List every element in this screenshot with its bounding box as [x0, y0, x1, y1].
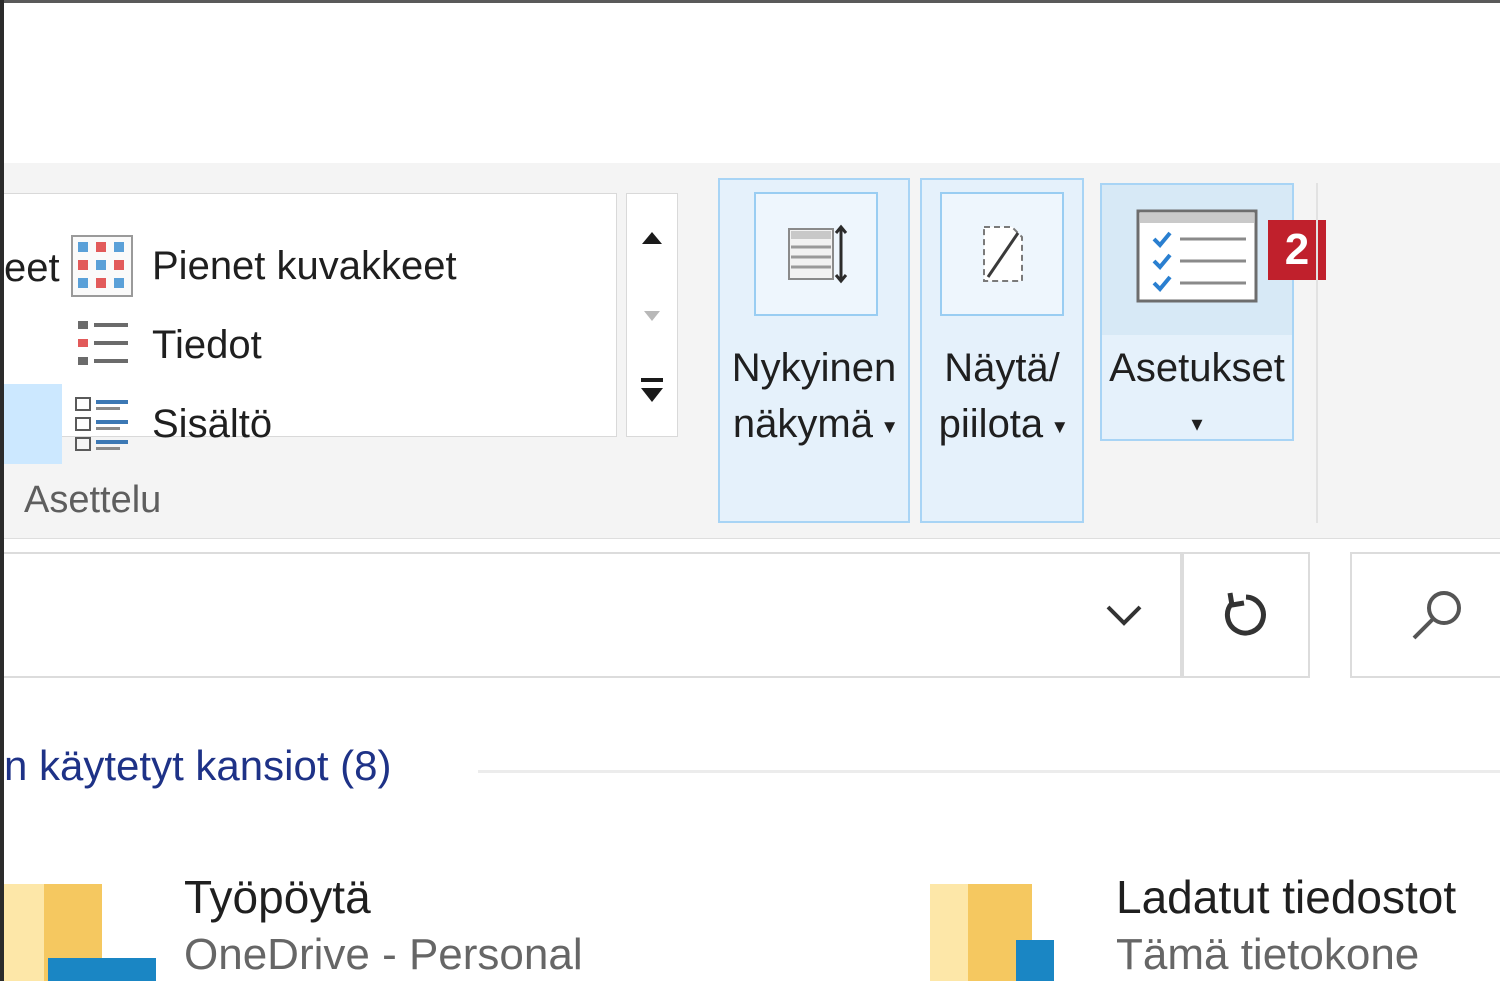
show-hide-label-line1: Näytä/	[944, 346, 1060, 390]
sort-columns-icon	[788, 224, 848, 284]
search-box[interactable]	[1350, 552, 1500, 678]
current-view-label-line2: näkymä	[732, 402, 873, 446]
layout-item-label: Tiedot	[152, 322, 262, 367]
options-label: Asetukset ▾	[1102, 340, 1292, 452]
chevron-down-icon	[1106, 605, 1142, 626]
folder-location: OneDrive - Personal	[184, 930, 583, 979]
chevron-down-icon: ▾	[884, 413, 896, 439]
show-hide-label-line2: piilota	[938, 402, 1044, 446]
layout-item-label: Sisältö	[152, 401, 273, 446]
layout-item-small-icons[interactable]: Pienet kuvakkeet	[70, 235, 457, 297]
gallery-scroll-down-button[interactable]	[627, 286, 677, 346]
selected-layout-highlight	[4, 384, 62, 464]
layout-item-details[interactable]: Tiedot	[70, 315, 262, 375]
ribbon-view-tab: eet Pienet kuvakkeet Tiedot Sisältö Aset…	[4, 163, 1500, 539]
refresh-button[interactable]	[1182, 552, 1310, 678]
triangle-up-icon	[642, 232, 662, 244]
section-divider	[478, 770, 1500, 773]
triangle-down-icon	[644, 311, 660, 321]
show-hide-label: Näytä/ piilota ▾	[922, 340, 1082, 454]
options-button-top	[1102, 185, 1292, 335]
layout-item-content[interactable]: Sisältö	[70, 394, 272, 454]
show-hide-button[interactable]: Näytä/ piilota ▾	[920, 178, 1084, 523]
gallery-scroll-up-button[interactable]	[627, 208, 677, 268]
ribbon-separator	[1316, 183, 1318, 523]
small-icons-icon	[71, 235, 133, 297]
recent-folders-header[interactable]: n käytetyt kansiot (8)	[4, 742, 392, 790]
refresh-icon	[1224, 592, 1266, 636]
folder-item-downloads[interactable]: Ladatut tiedostot Tämä tietokone	[930, 860, 1500, 981]
layout-group-label: Asettelu	[24, 479, 162, 521]
chevron-down-icon: ▾	[1054, 413, 1066, 439]
folder-name: Ladatut tiedostot	[1116, 871, 1457, 923]
address-bar[interactable]	[4, 552, 1182, 678]
layout-gallery-scrollbar	[626, 193, 678, 437]
folder-location: Tämä tietokone	[1116, 930, 1420, 979]
current-view-label: Nykyinen näkymä ▾	[720, 340, 908, 454]
layout-item-large-icons-partial[interactable]: eet	[4, 246, 60, 291]
window-left-border	[0, 0, 4, 981]
content-icon	[75, 397, 128, 451]
layout-gallery: eet Pienet kuvakkeet Tiedot Sisältö	[4, 193, 617, 464]
current-view-icon-frame	[754, 192, 878, 316]
details-icon	[78, 321, 128, 365]
options-button[interactable]: Asetukset ▾	[1100, 183, 1294, 441]
address-history-dropdown[interactable]	[1094, 590, 1154, 640]
expand-more-icon	[641, 378, 663, 402]
current-view-label-line1: Nykyinen	[731, 346, 897, 390]
folder-icon	[930, 884, 1054, 981]
options-checklist-icon	[1136, 209, 1258, 303]
folder-icon	[4, 884, 156, 981]
options-label-text: Asetukset	[1109, 346, 1285, 390]
gallery-expand-button[interactable]	[627, 360, 677, 420]
show-hide-icon	[983, 226, 1023, 282]
current-view-button[interactable]: Nykyinen näkymä ▾	[718, 178, 910, 523]
layout-item-label: Pienet kuvakkeet	[152, 243, 457, 288]
window-top-border	[0, 0, 1500, 3]
chevron-down-icon: ▾	[1191, 411, 1203, 436]
folder-name: Työpöytä	[184, 871, 371, 923]
show-hide-icon-frame	[940, 192, 1064, 316]
folder-item-desktop[interactable]: Työpöytä OneDrive - Personal	[4, 860, 824, 981]
search-icon	[1412, 591, 1461, 640]
